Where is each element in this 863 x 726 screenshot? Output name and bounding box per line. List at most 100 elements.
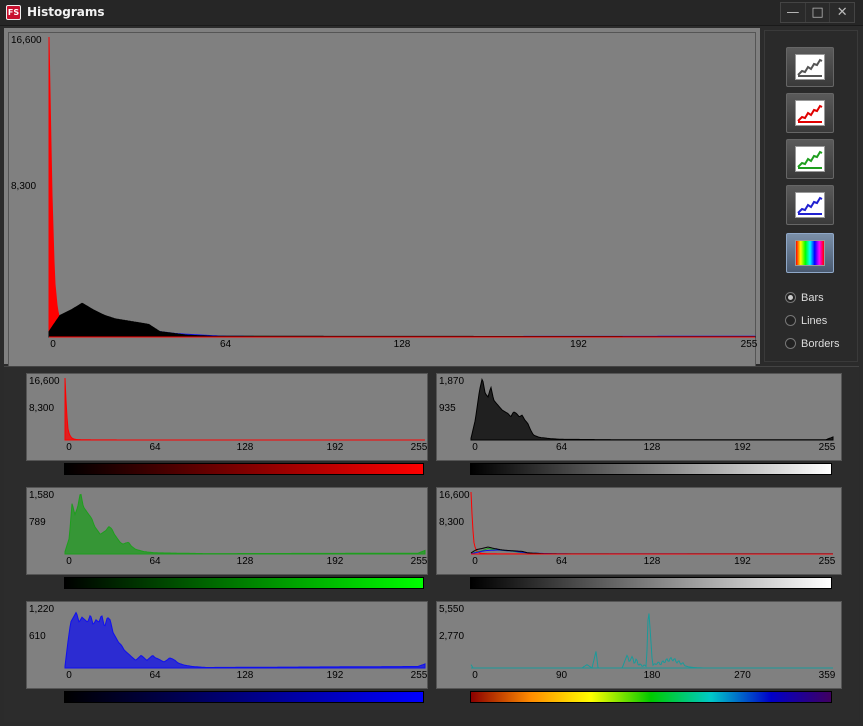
luminance-svg [470,378,834,441]
green-series-0 [64,493,426,555]
rgb-lines-series-1 [470,547,833,555]
main-x-tick-label: 128 [393,339,411,350]
rgb-lines-gradient-bar [470,577,832,589]
display-mode-lines[interactable]: Lines [785,315,827,327]
rgb-lines-svg [470,491,833,555]
luminance-gradient-bar [470,463,832,475]
luminance-series-0 [470,378,834,441]
hue-channel-button[interactable] [786,233,834,273]
display-mode-bars[interactable]: Bars [785,292,824,304]
red-series-0 [64,377,425,441]
luminance-plot-area: 1,870 935 0 64 128 192 255 [436,373,842,461]
bars-label: Bars [801,292,824,304]
main-histogram-panel: 16,600 8,300 0 64 128 192 255 [4,28,760,384]
rgb-lines-x-tick-label: 128 [643,556,661,567]
rgb-lines-y-tick-label: 8,300 [439,517,465,528]
hue-histogram: 5,550 2,770 0 90 180 270 359 [436,601,842,713]
main-x-tick-label: 64 [219,339,232,350]
gray-histogram-glyph [797,58,823,77]
red-channel-button[interactable] [786,93,834,133]
luminance-y-tick-label: 1,870 [439,376,465,387]
hue-gradient-bar [470,691,832,703]
red-svg [64,377,425,441]
red-gradient-bar [64,463,424,475]
rgb-lines-histogram: 16,600 8,300 0 64 128 192 255 [436,487,842,599]
luminance-x-tick-label: 192 [734,442,751,453]
main-series-0 [48,36,756,338]
blue-svg [64,611,426,669]
blue-x-tick-label: 192 [326,670,344,681]
lines-label: Lines [801,315,828,327]
blue-histogram-glyph [797,196,823,215]
red-x-tick-label: 64 [149,442,161,453]
green-histogram-icon [795,146,825,172]
green-histogram: 1,580 789 0 64 128 192 255 [26,487,428,599]
blue-x-tick-label: 64 [149,670,161,681]
hue-y-tick-label: 5,550 [439,604,465,615]
main-x-tick-label: 0 [50,339,56,350]
borders-radio[interactable] [785,338,796,349]
hue-series-0 [470,613,833,669]
blue-series-0 [64,611,426,669]
main-series-3 [48,302,756,338]
rgb-lines-x-tick-label: 0 [472,556,478,567]
rgb-lines-series-0 [470,491,833,555]
hue-spectrum-icon [795,240,825,266]
green-channel-button[interactable] [786,139,834,179]
window-title: Histograms [27,5,105,19]
luminance-x-tick-label: 64 [555,442,568,453]
green-histogram-glyph [797,150,823,169]
green-x-tick-label: 192 [326,556,344,567]
blue-x-tick-label: 128 [236,670,254,681]
luminance-histogram: 1,870 935 0 64 128 192 255 [436,373,842,485]
main-y-tick-label: 8,300 [11,181,37,192]
maximize-button[interactable]: □ [806,3,831,22]
red-x-tick-label: 128 [236,442,254,453]
red-x-tick-label: 255 [410,442,428,453]
lines-radio[interactable] [785,315,796,326]
green-svg [64,493,426,555]
main-histogram: 16,600 8,300 0 64 128 192 255 [8,32,757,394]
red-histogram: 16,600 8,300 0 64 128 192 255 [26,373,428,485]
red-x-tick-label: 192 [326,442,344,453]
display-mode-borders[interactable]: Borders [785,338,840,350]
blue-channel-button[interactable] [786,185,834,225]
blue-x-tick-label: 0 [66,670,72,681]
blue-plot-area: 1,220 610 0 64 128 192 255 [26,601,428,689]
rgb-lines-plot-area: 16,600 8,300 0 64 128 192 255 [436,487,842,575]
window-controls: — □ ✕ [780,2,855,23]
blue-x-tick-label: 255 [410,670,428,681]
luminance-x-tick-label: 128 [643,442,661,453]
app-logo-icon: FS [6,5,21,20]
green-x-tick-label: 0 [66,556,72,567]
red-plot-area: 16,600 8,300 0 64 128 192 255 [26,373,428,461]
all-channels-button[interactable] [786,47,834,87]
green-y-tick-label: 789 [29,517,46,528]
green-gradient-bar [64,577,424,589]
rgb-lines-x-tick-label: 64 [555,556,568,567]
hue-x-tick-label: 0 [472,670,478,681]
bars-radio[interactable] [785,292,796,303]
green-plot-area: 1,580 789 0 64 128 192 255 [26,487,428,575]
blue-y-tick-label: 1,220 [29,604,55,615]
hue-x-tick-label: 180 [643,670,661,681]
blue-histogram: 1,220 610 0 64 128 192 255 [26,601,428,713]
hue-x-tick-label: 359 [818,670,836,681]
green-x-tick-label: 128 [236,556,254,567]
hue-x-tick-label: 270 [734,670,751,681]
red-x-tick-label: 0 [66,442,72,453]
close-button[interactable]: ✕ [830,3,854,22]
channel-sidebar: Bars Lines Borders [764,30,858,362]
borders-label: Borders [801,338,840,350]
rgb-lines-y-tick-label: 16,600 [439,490,470,501]
main-plot-area: 16,600 8,300 0 64 128 192 255 [8,32,757,368]
hue-x-tick-label: 90 [555,670,568,681]
main-svg [48,36,756,338]
rgb-lines-x-tick-label: 192 [734,556,751,567]
luminance-x-tick-label: 0 [472,442,478,453]
title-bar: FS Histograms — □ ✕ [0,0,863,26]
red-y-tick-label: 8,300 [29,403,55,414]
minimize-button[interactable]: — [781,3,806,22]
channel-histograms-area: 16,600 8,300 0 64 128 192 255 1,870 935 0 64 128 19… [4,366,859,722]
gray-histogram-icon [795,54,825,80]
